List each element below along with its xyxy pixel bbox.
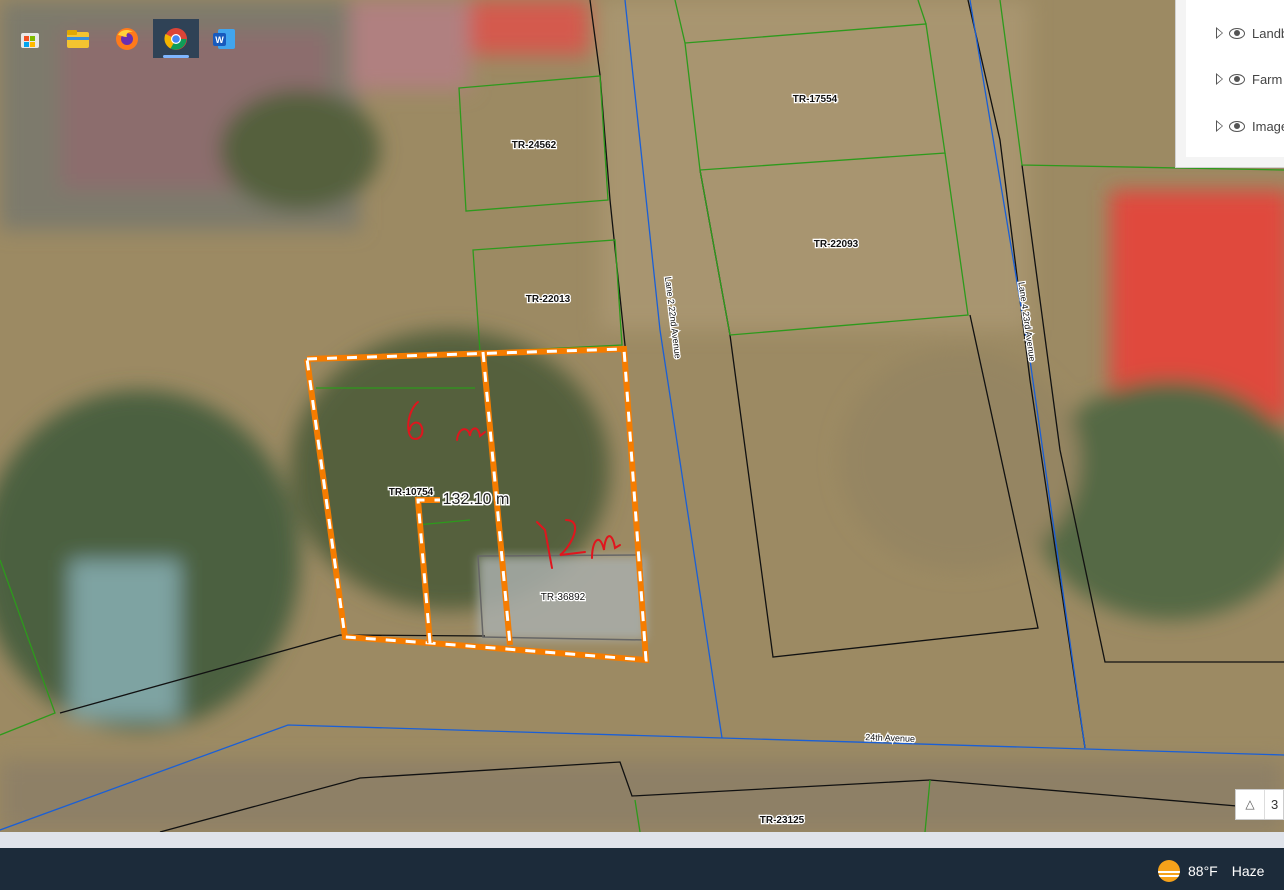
firefox-icon[interactable] [104,19,150,58]
visibility-eye-icon[interactable] [1229,73,1245,85]
satellite-imagery [0,0,1284,832]
satellite-map[interactable]: TR-24562 TR-17554 TR-22093 TR-22013 TR-1… [0,0,1284,832]
road-label: 24th Avenue [865,732,915,744]
map-canvas[interactable]: TR-24562 TR-17554 TR-22093 TR-22013 TR-1… [0,0,1284,832]
parcel-label: TR-22013 [526,294,571,305]
expand-up-icon[interactable]: △ [1236,790,1265,819]
haze-sun-icon [1158,860,1180,882]
expand-caret-icon[interactable] [1216,73,1223,85]
layer-label: Image [1252,118,1284,134]
layer-item-imagery[interactable]: Image [1216,116,1284,136]
parcel-label: TR-17554 [793,94,838,105]
visibility-eye-icon[interactable] [1229,120,1245,132]
parcel-label: TR-22093 [814,239,859,250]
layer-item-landbase[interactable]: Landb [1216,23,1284,43]
expand-caret-icon[interactable] [1216,120,1223,132]
chrome-icon[interactable] [153,19,199,58]
svg-text:W: W [215,35,224,45]
parcel-label: TR-23125 [760,815,805,826]
parcel-label: TR-36892 [541,592,586,603]
zoom-value: 3 [1271,797,1279,812]
layer-item-farm[interactable]: Farm l [1216,69,1284,89]
taskbar [0,832,1284,890]
file-explorer-icon[interactable] [55,19,101,58]
parcel-label: TR-10754 [389,487,434,498]
area-measurement-label: 132.10 m [443,491,510,508]
parcel-label: TR-24562 [512,140,557,151]
word-icon[interactable]: W [201,19,247,58]
layer-list-panel: Landb Farm l Image [1175,0,1284,168]
expand-caret-icon[interactable] [1216,27,1223,39]
weather-condition: Haze [1231,863,1265,879]
zoom-control[interactable]: △ 3 [1235,789,1284,820]
weather-widget[interactable]: 88°F Haze [1158,860,1278,882]
layer-label: Farm l [1252,71,1284,87]
store-icon[interactable] [7,19,53,58]
layer-label: Landb [1252,25,1284,41]
visibility-eye-icon[interactable] [1229,27,1245,39]
weather-temp: 88°F [1188,863,1218,879]
